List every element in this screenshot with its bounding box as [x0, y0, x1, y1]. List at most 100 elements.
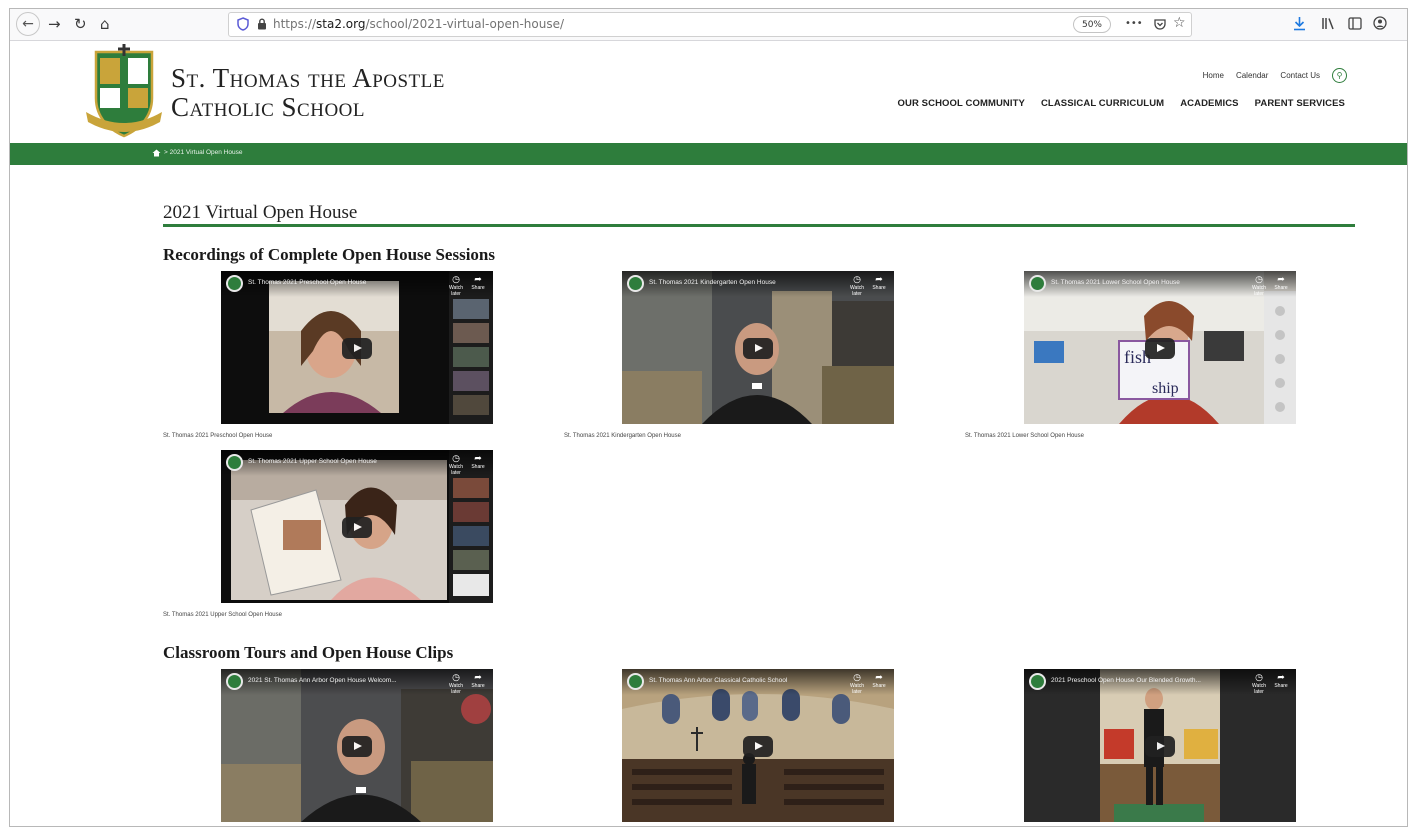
zoom-level-button[interactable]: 50% [1073, 16, 1111, 33]
play-button[interactable] [743, 337, 773, 359]
clock-icon: ◷ [452, 275, 460, 285]
breadcrumb: > 2021 Virtual Open House [10, 143, 1407, 165]
video-embed[interactable]: St. Thomas 2021 Preschool Open House ◷ Wa… [221, 271, 493, 424]
share-icon: ➦ [875, 673, 883, 683]
video-caption: St. Thomas 2021 Lower School Open House [965, 433, 1084, 439]
clock-icon: ◷ [452, 673, 460, 683]
main-nav: OUR SCHOOL COMMUNITY CLASSICAL CURRICULU… [898, 98, 1345, 109]
share-button[interactable]: ➦ Share [868, 673, 890, 689]
play-button[interactable] [342, 735, 372, 757]
share-button[interactable]: ➦ Share [1270, 275, 1292, 291]
play-button[interactable] [342, 516, 372, 538]
site-header: St. Thomas the Apostle Catholic School H… [10, 42, 1407, 145]
title-divider [163, 224, 1355, 227]
url-text[interactable]: https://sta2.org/school/2021-virtual-ope… [273, 17, 564, 31]
video-title[interactable]: St. Thomas 2021 Upper School Open House [248, 458, 377, 465]
clock-icon: ◷ [1255, 275, 1263, 285]
video-embed[interactable]: 2021 St. Thomas Ann Arbor Open House Wel… [221, 669, 493, 822]
library-icon[interactable] [1321, 17, 1336, 30]
section-heading-classroom-tours: Classroom Tours and Open House Clips [163, 643, 454, 662]
home-icon[interactable]: ⌂ [100, 13, 110, 35]
share-button[interactable]: ➦ Share [1270, 673, 1292, 689]
browser-window: ← → ↻ ⌂ https://sta2.org/school/2021-vir… [9, 8, 1408, 827]
clock-icon: ◷ [853, 275, 861, 285]
page-actions-icon[interactable]: ••• [1125, 18, 1143, 29]
breadcrumb-home-icon[interactable] [152, 149, 161, 157]
downloads-icon[interactable] [1293, 16, 1306, 31]
url-bar[interactable]: https://sta2.org/school/2021-virtual-ope… [228, 12, 1192, 37]
pocket-icon[interactable] [1153, 17, 1167, 31]
video-embed[interactable]: St. Thomas 2021 Upper School Open House … [221, 450, 493, 603]
sidebar-icon[interactable] [1348, 17, 1362, 30]
video-title[interactable]: St. Thomas Ann Arbor Classical Catholic … [649, 677, 787, 684]
video-caption: St. Thomas 2021 Preschool Open House [163, 433, 273, 439]
video-caption: St. Thomas 2021 Upper School Open House [163, 612, 282, 618]
nav-parent-services[interactable]: PARENT SERVICES [1255, 98, 1345, 109]
school-name-line1: St. Thomas the Apostle [171, 63, 445, 93]
nav-academics[interactable]: ACADEMICS [1180, 98, 1238, 109]
nav-home[interactable]: Home [1203, 71, 1224, 80]
channel-avatar[interactable] [226, 275, 243, 292]
tracking-shield-icon[interactable] [237, 17, 249, 31]
nav-calendar[interactable]: Calendar [1236, 71, 1268, 80]
watch-later-button[interactable]: ◷ Watch later [846, 275, 868, 297]
video-title[interactable]: 2021 St. Thomas Ann Arbor Open House Wel… [248, 677, 397, 684]
video-title[interactable]: 2021 Preschool Open House Our Blended Gr… [1051, 677, 1201, 684]
share-icon: ➦ [875, 275, 883, 285]
share-button[interactable]: ➦ Share [467, 275, 489, 291]
school-name[interactable]: St. Thomas the Apostle Catholic School [171, 64, 445, 122]
play-button[interactable] [342, 337, 372, 359]
channel-avatar[interactable] [1029, 673, 1046, 690]
video-embed[interactable]: 2021 Preschool Open House Our Blended Gr… [1024, 669, 1296, 822]
watch-later-button[interactable]: ◷ Watch later [1248, 275, 1270, 297]
video-title[interactable]: St. Thomas 2021 Kindergarten Open House [649, 279, 776, 286]
back-icon[interactable]: ← [16, 12, 40, 36]
watch-later-button[interactable]: ◷ Watch later [445, 454, 467, 476]
watch-later-button[interactable]: ◷ Watch later [445, 275, 467, 297]
school-crest-logo[interactable] [82, 42, 166, 142]
channel-avatar[interactable] [627, 275, 644, 292]
share-icon: ➦ [474, 275, 482, 285]
video-caption: St. Thomas 2021 Kindergarten Open House [564, 433, 681, 439]
channel-avatar[interactable] [226, 673, 243, 690]
channel-avatar[interactable] [1029, 275, 1046, 292]
browser-toolbar: ← → ↻ ⌂ https://sta2.org/school/2021-vir… [10, 9, 1407, 41]
watch-later-button[interactable]: ◷ Watch later [445, 673, 467, 695]
section-heading-recordings: Recordings of Complete Open House Sessio… [163, 245, 495, 264]
play-button[interactable] [1145, 735, 1175, 757]
nav-contact-us[interactable]: Contact Us [1280, 71, 1320, 80]
watch-later-button[interactable]: ◷ Watch later [1248, 673, 1270, 695]
school-name-line2: Catholic School [171, 92, 365, 122]
share-icon: ➦ [1277, 275, 1285, 285]
share-button[interactable]: ➦ Share [868, 275, 890, 291]
reload-icon[interactable]: ↻ [74, 13, 87, 35]
clock-icon: ◷ [1255, 673, 1263, 683]
video-title[interactable]: St. Thomas 2021 Lower School Open House [1051, 279, 1180, 286]
video-embed[interactable]: St. Thomas 2021 Kindergarten Open House … [622, 271, 894, 424]
share-icon: ➦ [1277, 673, 1285, 683]
share-button[interactable]: ➦ Share [467, 454, 489, 470]
share-icon: ➦ [474, 673, 482, 683]
video-title[interactable]: St. Thomas 2021 Preschool Open House [248, 279, 366, 286]
share-button[interactable]: ➦ Share [467, 673, 489, 689]
video-embed[interactable]: fish ship St. Thomas 2021 Lower School O… [1024, 271, 1296, 424]
account-icon[interactable] [1373, 16, 1387, 30]
forward-icon[interactable]: → [48, 13, 61, 35]
watch-later-button[interactable]: ◷ Watch later [846, 673, 868, 695]
lock-icon[interactable] [257, 18, 267, 30]
breadcrumb-current: > 2021 Virtual Open House [164, 149, 243, 156]
flashcard-word-ship: ship [1152, 380, 1179, 397]
channel-avatar[interactable] [627, 673, 644, 690]
share-icon: ➦ [474, 454, 482, 464]
channel-avatar[interactable] [226, 454, 243, 471]
clock-icon: ◷ [853, 673, 861, 683]
bookmark-star-icon[interactable]: ☆ [1173, 15, 1186, 31]
clock-icon: ◷ [452, 454, 460, 464]
search-icon[interactable]: ⚲ [1332, 68, 1347, 83]
play-button[interactable] [743, 735, 773, 757]
play-button[interactable] [1145, 337, 1175, 359]
video-embed[interactable]: St. Thomas Ann Arbor Classical Catholic … [622, 669, 894, 822]
utility-nav: Home Calendar Contact Us ⚲ [1203, 68, 1347, 83]
nav-our-school-community[interactable]: OUR SCHOOL COMMUNITY [898, 98, 1025, 109]
nav-classical-curriculum[interactable]: CLASSICAL CURRICULUM [1041, 98, 1164, 109]
